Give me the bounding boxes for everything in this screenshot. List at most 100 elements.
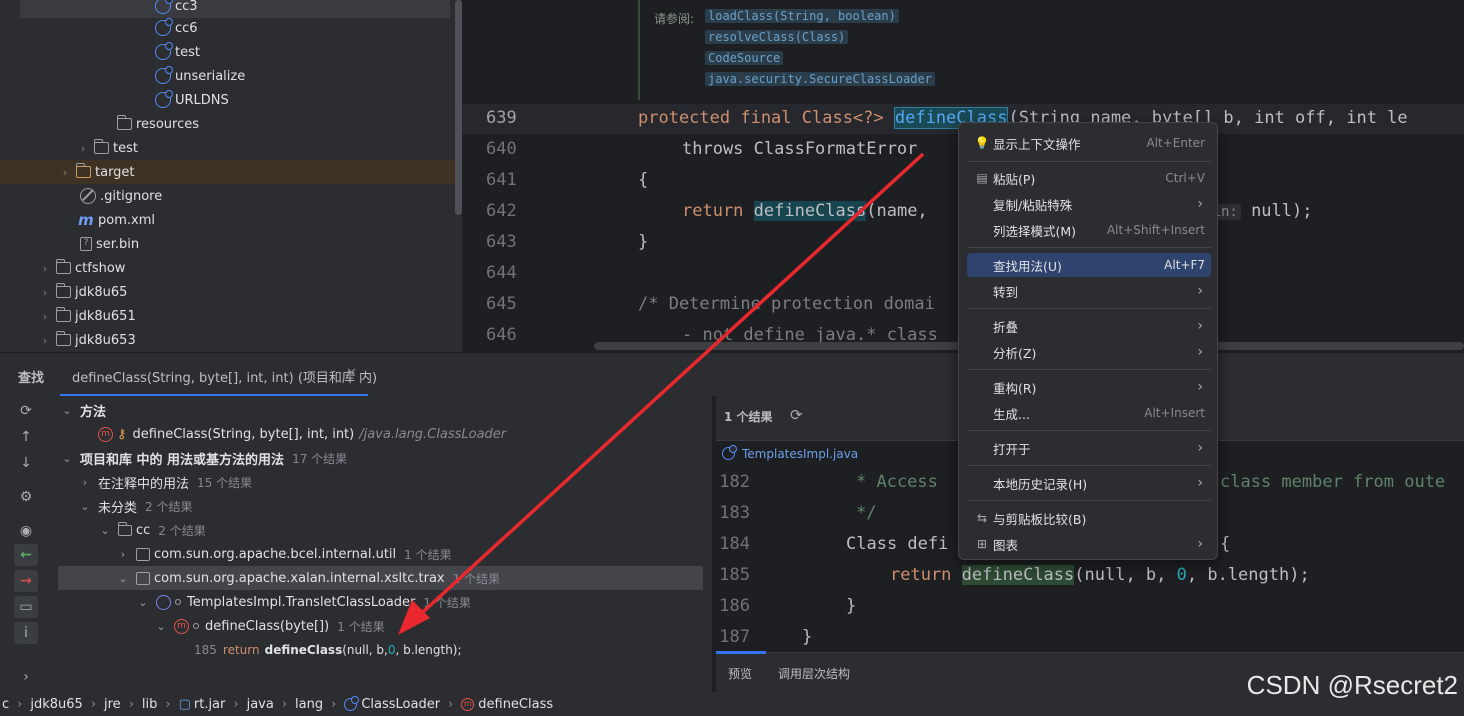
find-tab[interactable]: defineClass(String, byte[], int, int) (项… [72,367,377,386]
show-write-access-icon[interactable]: ⇝ [14,570,38,592]
tree-item-jdk8u651[interactable]: › jdk8u651 [0,304,455,328]
menu-item-compare-clipboard[interactable]: ⇆ 与剪贴板比较(B) [967,506,1211,530]
chevron-right-icon[interactable]: › [38,310,52,323]
tree-node-pkg-xsltc[interactable]: ⌄ com.sun.org.apache.xalan.internal.xsltc… [116,566,500,590]
previous-occurrence-icon[interactable]: ↑ [14,426,38,448]
chevron-right-icon[interactable]: › [38,334,52,347]
close-tab-icon[interactable]: ✕ [346,366,357,381]
show-read-access-icon[interactable]: ⇜ [14,544,38,566]
tree-node-usage-line[interactable]: 185 return defineClass (null, b, 0, b.lengt… [194,638,462,662]
preview-file-link[interactable]: TemplatesImpl.java [742,447,858,461]
tree-node-class-loader[interactable]: ⌄ TemplatesImpl.TransletClassLoader 1 个结果 [136,590,471,614]
tree-node-pkg-bcel[interactable]: › com.sun.org.apache.bcel.internal.util 1 … [116,542,452,566]
usage-highlight: defineClass [753,201,867,221]
java-class-icon [722,445,737,460]
submenu-arrow-icon: › [1197,475,1203,491]
tree-item-gitignore[interactable]: .gitignore [0,184,455,208]
tree-node-usages[interactable]: ⌄ 项目和库 中的 用法或基方法的用法 17 个结果 [60,446,347,470]
chevron-right-icon[interactable]: › [78,476,92,489]
tree-item-jdk8u653[interactable]: › jdk8u653 [0,328,455,352]
menu-item-analyze[interactable]: 分析(Z) › [967,340,1211,364]
menu-item-goto[interactable]: 转到 › [967,279,1211,303]
chevron-right-icon[interactable]: › [58,166,72,179]
info-icon[interactable]: i [14,622,38,644]
breadcrumb-item[interactable]: lib [142,697,157,712]
tree-item-jdk8u65[interactable]: › jdk8u65 [0,280,455,304]
breadcrumb-item[interactable]: java [247,697,274,712]
chevron-down-icon[interactable]: ⌄ [78,500,92,513]
tree-scrollbar[interactable] [455,0,462,215]
menu-item-show-context-actions[interactable]: 💡 显示上下文操作 Alt+Enter [967,131,1211,155]
tree-item-unserialize[interactable]: unserialize [0,64,455,88]
tree-item-resources[interactable]: resources [0,112,455,136]
breadcrumb-item[interactable]: defineClass [478,697,553,712]
tree-node-method-usage[interactable]: ⌄ m defineClass(byte[]) 1 个结果 [154,614,385,638]
tree-node-in-comments[interactable]: › 在注释中的用法 15 个结果 [78,470,252,494]
tree-item-test-class[interactable]: test [0,40,455,64]
chevron-right-icon[interactable]: › [38,286,52,299]
expand-icon[interactable]: › [14,666,38,688]
folder-icon [55,259,71,274]
tree-node-methods[interactable]: ⌄ 方法 [60,398,106,422]
menu-item-generate[interactable]: 生成... Alt+Insert [967,401,1211,425]
chevron-down-icon[interactable]: ⌄ [116,572,130,585]
breadcrumb-item[interactable]: ClassLoader [361,697,440,712]
rendered-javadoc: 请参阅: loadClass(String, boolean) resolveC… [638,0,1458,100]
menu-item-paste[interactable]: ▤ 粘贴(P) Ctrl+V [967,166,1211,190]
tree-item-pom[interactable]: m pom.xml [0,208,455,232]
next-occurrence-icon[interactable]: ↓ [14,452,38,474]
menu-item-column-selection[interactable]: 列选择模式(M) Alt+Shift+Insert [967,218,1211,242]
group-by-folder-icon[interactable]: ▭ [14,596,38,618]
breadcrumb-item[interactable]: c [2,697,9,712]
breadcrumb-separator-icon: › [90,696,97,712]
folder-icon [55,307,71,322]
settings-icon[interactable]: ⚙ [14,486,38,508]
breadcrumb-separator-icon: › [17,696,23,712]
menu-item-refactor[interactable]: 重构(R) › [967,375,1211,399]
chevron-down-icon[interactable]: ⌄ [136,596,150,609]
tree-item-target[interactable]: › target [0,160,455,184]
menu-item-copy-paste-special[interactable]: 复制/粘贴特殊 › [967,192,1211,216]
chevron-down-icon[interactable]: ⌄ [60,404,74,417]
menu-item-local-history[interactable]: 本地历史记录(H) › [967,471,1211,495]
tree-item-urldns[interactable]: URLDNS [0,88,455,112]
java-class-icon [155,18,173,36]
tree-node-cc[interactable]: ⌄ cc 2 个结果 [98,518,206,542]
chevron-right-icon[interactable]: › [38,262,52,275]
breadcrumb-item[interactable]: jdk8u65 [30,697,82,712]
tab-preview[interactable]: 预览 [728,665,752,682]
preview-code-line: } [802,627,813,647]
breadcrumb-item[interactable]: rt.jar [194,697,226,712]
chevron-down-icon[interactable]: ⌄ [98,524,112,537]
chevron-down-icon[interactable]: ⌄ [154,620,168,633]
node-label: 未分类 [98,500,138,516]
tree-node-unclassified[interactable]: ⌄ 未分类 2 个结果 [78,494,192,518]
code-line-645: /* Determine protection domai [638,294,935,314]
result-count: 1 个结果 [724,410,773,424]
doc-link[interactable]: resolveClass(Class) [705,30,849,44]
tree-node-method-entry[interactable]: m ⚷ defineClass(String, byte[], int, int) /… [98,422,506,446]
refresh-icon[interactable]: ⟳ [790,406,803,424]
menu-item-find-usages[interactable]: 查找用法(U) Alt+F7 [967,253,1211,277]
breadcrumb-item[interactable]: jre [104,697,121,712]
chevron-down-icon[interactable]: ⌄ [60,452,74,465]
folder-icon [55,331,71,346]
menu-separator [967,247,1211,248]
doc-link[interactable]: loadClass(String, boolean) [705,9,899,23]
breadcrumb-item[interactable]: lang [295,697,323,712]
tree-item-ser-bin[interactable]: ? ser.bin [0,232,455,256]
chevron-right-icon[interactable]: › [116,548,130,561]
rerun-icon[interactable]: ⟳ [14,400,38,422]
menu-item-diagrams[interactable]: ⊞ 图表 › [967,532,1211,556]
doc-link[interactable]: java.security.SecureClassLoader [705,72,935,86]
menu-item-open-in[interactable]: 打开于 › [967,436,1211,460]
line-number: 183 [719,503,750,523]
tree-item-cc6[interactable]: cc6 [0,16,455,40]
preview-eye-icon[interactable]: ◉ [14,520,38,542]
doc-link[interactable]: CodeSource [705,51,784,65]
tab-call-hierarchy[interactable]: 调用层次结构 [778,665,850,682]
menu-item-folding[interactable]: 折叠 › [967,314,1211,338]
tree-item-ctfshow[interactable]: › ctfshow [0,256,455,280]
chevron-right-icon[interactable]: › [76,142,90,155]
tree-item-test-folder[interactable]: › test [0,136,455,160]
